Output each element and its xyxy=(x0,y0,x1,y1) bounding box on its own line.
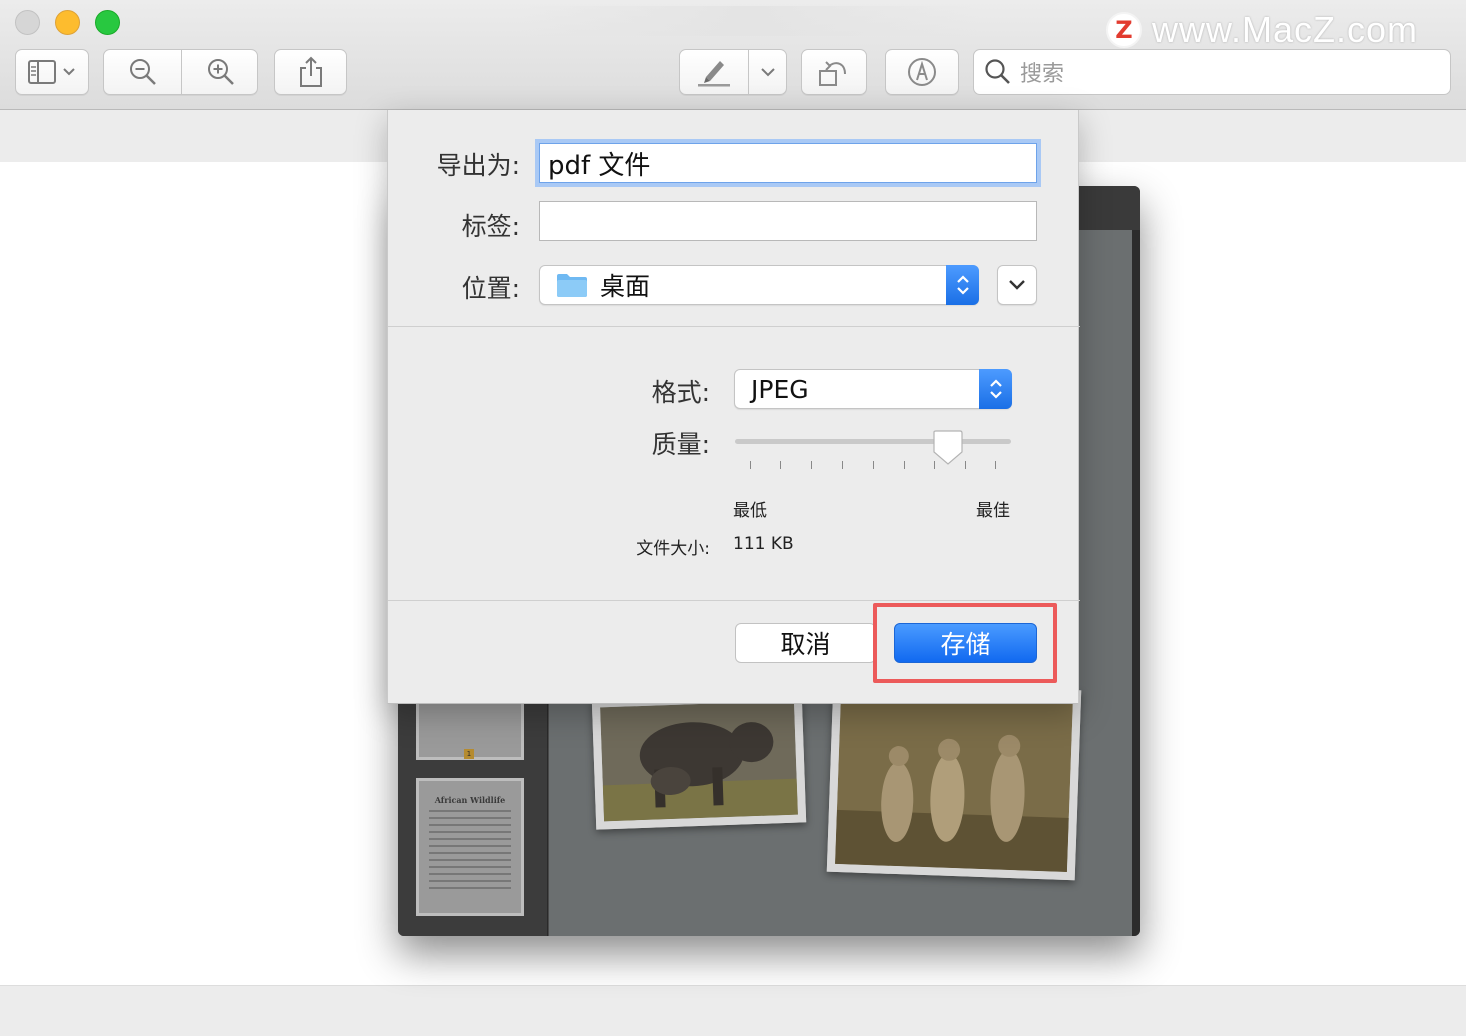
pen-icon xyxy=(698,61,730,87)
quality-min-label: 最低 xyxy=(733,501,767,521)
file-size-value: 111 KB xyxy=(733,534,794,554)
tags-label: 标签: xyxy=(461,212,520,241)
sheet-divider xyxy=(388,326,1080,327)
search-icon xyxy=(985,59,1010,84)
sidebar-toggle-button[interactable] xyxy=(15,49,89,95)
folder-icon xyxy=(557,274,587,297)
file-size-label: 文件大小: xyxy=(636,539,710,559)
rotate-button[interactable] xyxy=(801,49,867,95)
chevron-down-icon xyxy=(1009,280,1025,290)
save-button-highlight xyxy=(873,603,1057,683)
highlight-menu-button[interactable] xyxy=(749,50,787,94)
location-value: 桌面 xyxy=(600,272,651,301)
zoom-out-icon xyxy=(129,59,156,85)
format-label: 格式: xyxy=(651,378,710,407)
watermark: Z www.MacZ.com xyxy=(1106,9,1419,50)
markup-control xyxy=(679,49,787,95)
quality-label: 质量: xyxy=(651,430,710,459)
page-thumbnail[interactable]: African Wildlife xyxy=(416,778,524,916)
minimize-window-button[interactable] xyxy=(55,10,80,35)
window-toolbar: 搜索 Z www.MacZ.com xyxy=(0,0,1466,110)
highlight-button[interactable] xyxy=(680,50,748,94)
page-number-badge: 1 xyxy=(464,749,474,759)
search-placeholder: 搜索 xyxy=(1020,62,1065,87)
tags-input[interactable] xyxy=(539,201,1037,241)
watermark-text: www.MacZ.com xyxy=(1152,9,1419,50)
elephant-photo xyxy=(591,692,807,830)
rotate-icon xyxy=(819,61,846,86)
zoom-in-button[interactable] xyxy=(182,50,259,94)
share-button[interactable] xyxy=(274,49,347,95)
export-as-label: 导出为: xyxy=(436,151,520,180)
close-window-button[interactable] xyxy=(15,10,40,35)
markup-icon xyxy=(908,58,936,86)
location-popup[interactable]: 桌面 xyxy=(539,265,979,305)
up-down-chevron-icon xyxy=(956,275,969,295)
quality-slider-track[interactable] xyxy=(735,439,1011,444)
cancel-button[interactable]: 取消 xyxy=(735,623,876,663)
quality-max-label: 最佳 xyxy=(976,501,1010,521)
location-label: 位置: xyxy=(461,274,520,303)
search-field[interactable]: 搜索 xyxy=(973,49,1451,95)
preview-scrollbar[interactable] xyxy=(1132,230,1140,936)
window-title xyxy=(520,6,980,36)
sidebar-icon xyxy=(28,60,75,84)
expand-panel-button[interactable] xyxy=(997,265,1037,305)
chevron-down-icon xyxy=(761,68,775,77)
bottom-bar xyxy=(0,985,1466,1036)
zoom-out-button[interactable] xyxy=(104,50,181,94)
meerkat-photo xyxy=(826,681,1082,881)
zoom-control xyxy=(103,49,258,95)
thumbnail-title: African Wildlife xyxy=(434,795,506,805)
zoom-window-button[interactable] xyxy=(95,10,120,35)
share-icon xyxy=(299,56,322,87)
format-popup[interactable]: JPEG xyxy=(734,369,1012,409)
popup-arrows xyxy=(979,369,1012,409)
export-as-input[interactable]: pdf 文件 xyxy=(539,143,1037,183)
markup-toolbar-button[interactable] xyxy=(885,49,959,95)
zoom-in-icon xyxy=(207,59,234,85)
sheet-divider xyxy=(388,600,1080,601)
quality-slider-thumb[interactable] xyxy=(931,430,965,466)
popup-arrows xyxy=(946,265,979,305)
up-down-chevron-icon xyxy=(989,379,1002,399)
watermark-logo: Z xyxy=(1106,12,1142,48)
format-value: JPEG xyxy=(751,374,809,404)
